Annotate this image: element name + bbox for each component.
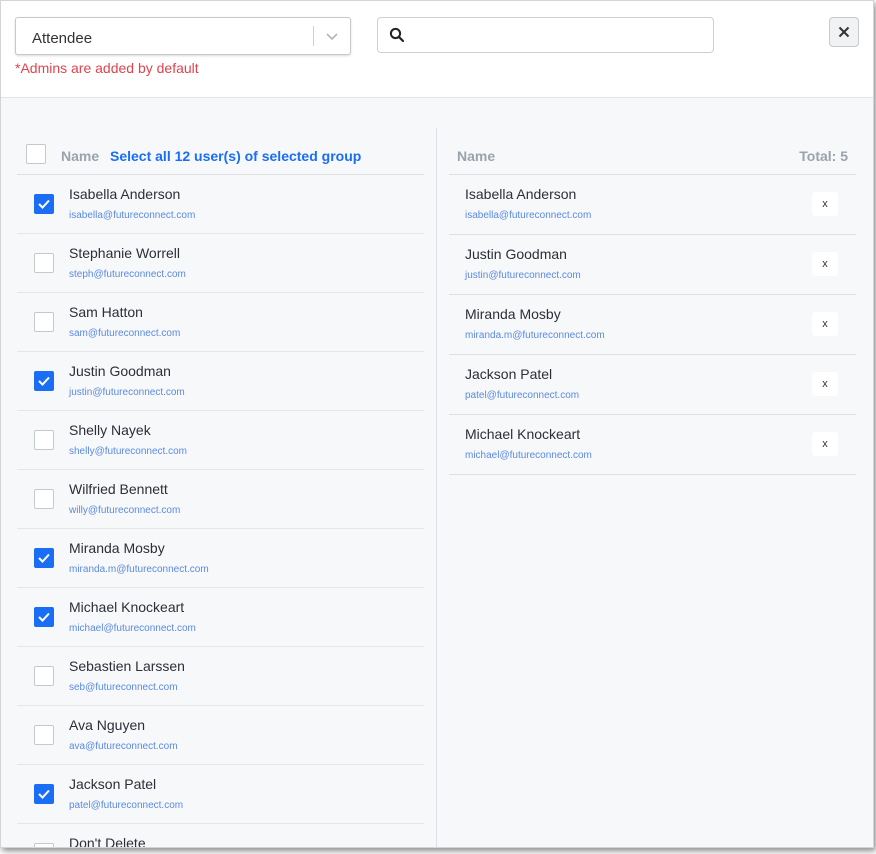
selected-user-name: Miranda Mosby (465, 306, 561, 322)
selected-user-email: isabella@futureconnect.com (465, 210, 592, 221)
select-all-link[interactable]: Select all 12 user(s) of selected group (110, 148, 361, 164)
close-icon (838, 26, 850, 38)
user-checkbox[interactable] (34, 843, 54, 847)
close-button[interactable] (829, 17, 859, 47)
user-email: steph@futureconnect.com (69, 269, 186, 280)
right-column-name: Name (457, 148, 496, 164)
user-checkbox[interactable] (34, 253, 54, 273)
user-checkbox[interactable] (34, 548, 54, 568)
user-checkbox[interactable] (34, 666, 54, 686)
search-input[interactable] (414, 22, 708, 50)
selected-user-name: Michael Knockeart (465, 426, 581, 442)
user-row[interactable]: Miranda Mosby miranda.m@futureconnect.com (17, 529, 424, 588)
user-row[interactable]: Jackson Patel patel@futureconnect.com (17, 765, 424, 824)
selected-user-name: Jackson Patel (465, 366, 553, 382)
user-email: seb@futureconnect.com (69, 682, 178, 693)
selected-user-row: Isabella Anderson isabella@futureconnect.… (449, 175, 856, 235)
check-icon (38, 553, 50, 563)
user-email: michael@futureconnect.com (69, 623, 196, 634)
user-list: Isabella Anderson isabella@futureconnect.… (17, 175, 424, 847)
select-separator (313, 26, 314, 46)
selected-user-email: michael@futureconnect.com (465, 450, 592, 461)
dialog-header: Attendee *Admins are added by default (1, 1, 873, 98)
check-icon (38, 376, 50, 386)
selected-user-name: Justin Goodman (465, 246, 567, 262)
user-name: Wilfried Bennett (69, 481, 168, 497)
search-icon (389, 27, 405, 43)
remove-user-button[interactable]: x (812, 192, 838, 216)
user-name: Isabella Anderson (69, 186, 181, 202)
user-checkbox[interactable] (34, 312, 54, 332)
check-icon (38, 199, 50, 209)
user-name: Jackson Patel (69, 776, 157, 792)
selected-user-row: Michael Knockeart michael@futureconnect.c… (449, 415, 856, 475)
search-box[interactable] (377, 17, 714, 53)
selected-user-email: patel@futureconnect.com (465, 390, 580, 401)
user-name: Stephanie Worrell (69, 245, 181, 261)
total-count: Total: 5 (799, 148, 848, 164)
user-row[interactable]: Shelly Nayek shelly@futureconnect.com (17, 411, 424, 470)
user-checkbox[interactable] (34, 194, 54, 214)
user-email: willy@futureconnect.com (69, 505, 181, 516)
right-list-header: Name Total: 5 (449, 142, 856, 175)
user-email: shelly@futureconnect.com (69, 446, 187, 457)
selected-user-email: justin@futureconnect.com (465, 270, 581, 281)
user-row[interactable]: Sebastien Larssen seb@futureconnect.com (17, 647, 424, 706)
user-name: Sebastien Larssen (69, 658, 185, 674)
role-select[interactable]: Attendee (15, 17, 351, 55)
user-checkbox[interactable] (34, 607, 54, 627)
user-checkbox[interactable] (34, 430, 54, 450)
selected-user-row: Miranda Mosby miranda.m@futureconnect.com… (449, 295, 856, 355)
user-name: Michael Knockeart (69, 599, 185, 615)
selected-user-row: Justin Goodman justin@futureconnect.com x (449, 235, 856, 295)
user-name: Shelly Nayek (69, 422, 151, 438)
user-name: Don't Delete (69, 835, 146, 847)
select-all-checkbox[interactable] (26, 144, 46, 164)
panel-divider (436, 128, 437, 847)
user-name: Ava Nguyen (69, 717, 146, 733)
user-name: Justin Goodman (69, 363, 171, 379)
left-column-name: Name (61, 148, 100, 164)
admins-hint: *Admins are added by default (15, 60, 199, 76)
user-email: sam@futureconnect.com (69, 328, 181, 339)
user-row[interactable]: Isabella Anderson isabella@futureconnect.… (17, 175, 424, 234)
role-select-value: Attendee (32, 30, 93, 47)
remove-user-button[interactable]: x (812, 312, 838, 336)
user-row[interactable]: Ava Nguyen ava@futureconnect.com (17, 706, 424, 765)
check-icon (38, 789, 50, 799)
selected-user-name: Isabella Anderson (465, 186, 577, 202)
user-checkbox[interactable] (34, 725, 54, 745)
add-attendees-dialog: Attendee *Admins are added by default Na… (0, 0, 874, 848)
user-email: miranda.m@futureconnect.com (69, 564, 209, 575)
user-checkbox[interactable] (34, 371, 54, 391)
selection-area: Name Select all 12 user(s) of selected g… (1, 98, 873, 847)
check-icon (38, 612, 50, 622)
user-row[interactable]: Sam Hatton sam@futureconnect.com (17, 293, 424, 352)
user-name: Miranda Mosby (69, 540, 165, 556)
user-email: isabella@futureconnect.com (69, 210, 196, 221)
left-list-header: Name Select all 12 user(s) of selected g… (17, 142, 424, 175)
remove-user-button[interactable]: x (812, 372, 838, 396)
user-row[interactable]: Wilfried Bennett willy@futureconnect.com (17, 470, 424, 529)
remove-user-button[interactable]: x (812, 432, 838, 456)
user-row[interactable]: Justin Goodman justin@futureconnect.com (17, 352, 424, 411)
selected-user-list: Isabella Anderson isabella@futureconnect.… (449, 175, 856, 475)
selected-user-email: miranda.m@futureconnect.com (465, 330, 605, 341)
user-name: Sam Hatton (69, 304, 143, 320)
user-email: ava@futureconnect.com (69, 741, 178, 752)
user-row[interactable]: Michael Knockeart michael@futureconnect.c… (17, 588, 424, 647)
user-row[interactable]: Stephanie Worrell steph@futureconnect.com (17, 234, 424, 293)
selected-user-row: Jackson Patel patel@futureconnect.com x (449, 355, 856, 415)
remove-user-button[interactable]: x (812, 252, 838, 276)
user-checkbox[interactable] (34, 489, 54, 509)
user-email: patel@futureconnect.com (69, 800, 184, 811)
user-row[interactable]: Don't Delete (17, 824, 424, 847)
user-checkbox[interactable] (34, 784, 54, 804)
user-email: justin@futureconnect.com (69, 387, 185, 398)
chevron-down-icon[interactable] (324, 28, 340, 44)
